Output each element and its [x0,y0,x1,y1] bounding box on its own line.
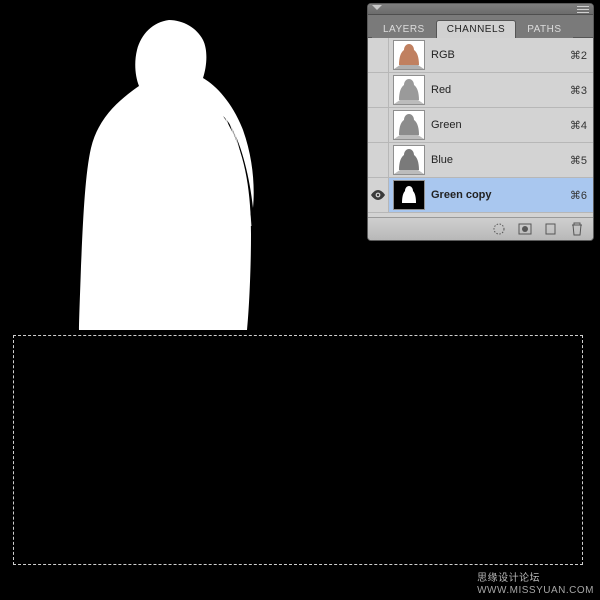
visibility-toggle[interactable] [368,178,389,212]
channel-shortcut: ⌘2 [563,49,587,62]
channel-thumb[interactable] [393,110,425,140]
channel-mask-content [65,20,260,330]
eye-icon [371,190,385,200]
visibility-toggle[interactable] [368,108,389,142]
new-channel-icon[interactable] [543,222,559,236]
channel-shortcut: ⌘3 [563,84,587,97]
channel-row-green-copy[interactable]: Green copy ⌘6 [368,178,593,213]
channel-name: Red [431,84,563,96]
channel-row-red[interactable]: Red ⌘3 [368,73,593,108]
delete-channel-icon[interactable] [569,222,585,236]
channel-shortcut: ⌘6 [563,189,587,202]
visibility-toggle[interactable] [368,73,389,107]
tab-paths[interactable]: PATHS [516,20,572,38]
panel-footer [368,217,593,240]
load-selection-icon[interactable] [491,222,507,236]
channel-name: Green copy [431,189,563,201]
channel-row-rgb[interactable]: RGB ⌘2 [368,38,593,73]
channels-panel: LAYERS CHANNELS PATHS RGB ⌘2 [367,3,594,241]
channel-list: RGB ⌘2 Red ⌘3 [368,38,593,217]
panel-collapse-icon[interactable] [372,5,382,12]
save-selection-icon[interactable] [517,222,533,236]
channel-row-blue[interactable]: Blue ⌘5 [368,143,593,178]
channel-thumb[interactable] [393,180,425,210]
panel-menu-icon[interactable] [577,6,589,13]
channel-thumb[interactable] [393,145,425,175]
channel-thumb[interactable] [393,40,425,70]
visibility-toggle[interactable] [368,143,389,177]
watermark: 思缘设计论坛 WWW.MISSYUAN.COM [477,569,594,596]
panel-titlebar[interactable] [368,4,593,15]
marquee-selection[interactable] [13,335,583,565]
channel-name: Green [431,119,563,131]
channel-name: Blue [431,154,563,166]
watermark-line1: 思缘设计论坛 [477,569,594,584]
channel-shortcut: ⌘4 [563,119,587,132]
visibility-toggle[interactable] [368,38,389,72]
tab-channels[interactable]: CHANNELS [436,20,516,38]
channel-row-green[interactable]: Green ⌘4 [368,108,593,143]
watermark-line2: WWW.MISSYUAN.COM [477,585,594,596]
tab-layers[interactable]: LAYERS [372,20,436,38]
channel-name: RGB [431,49,563,61]
channel-thumb[interactable] [393,75,425,105]
panel-tabs: LAYERS CHANNELS PATHS [368,15,593,38]
channel-shortcut: ⌘5 [563,154,587,167]
